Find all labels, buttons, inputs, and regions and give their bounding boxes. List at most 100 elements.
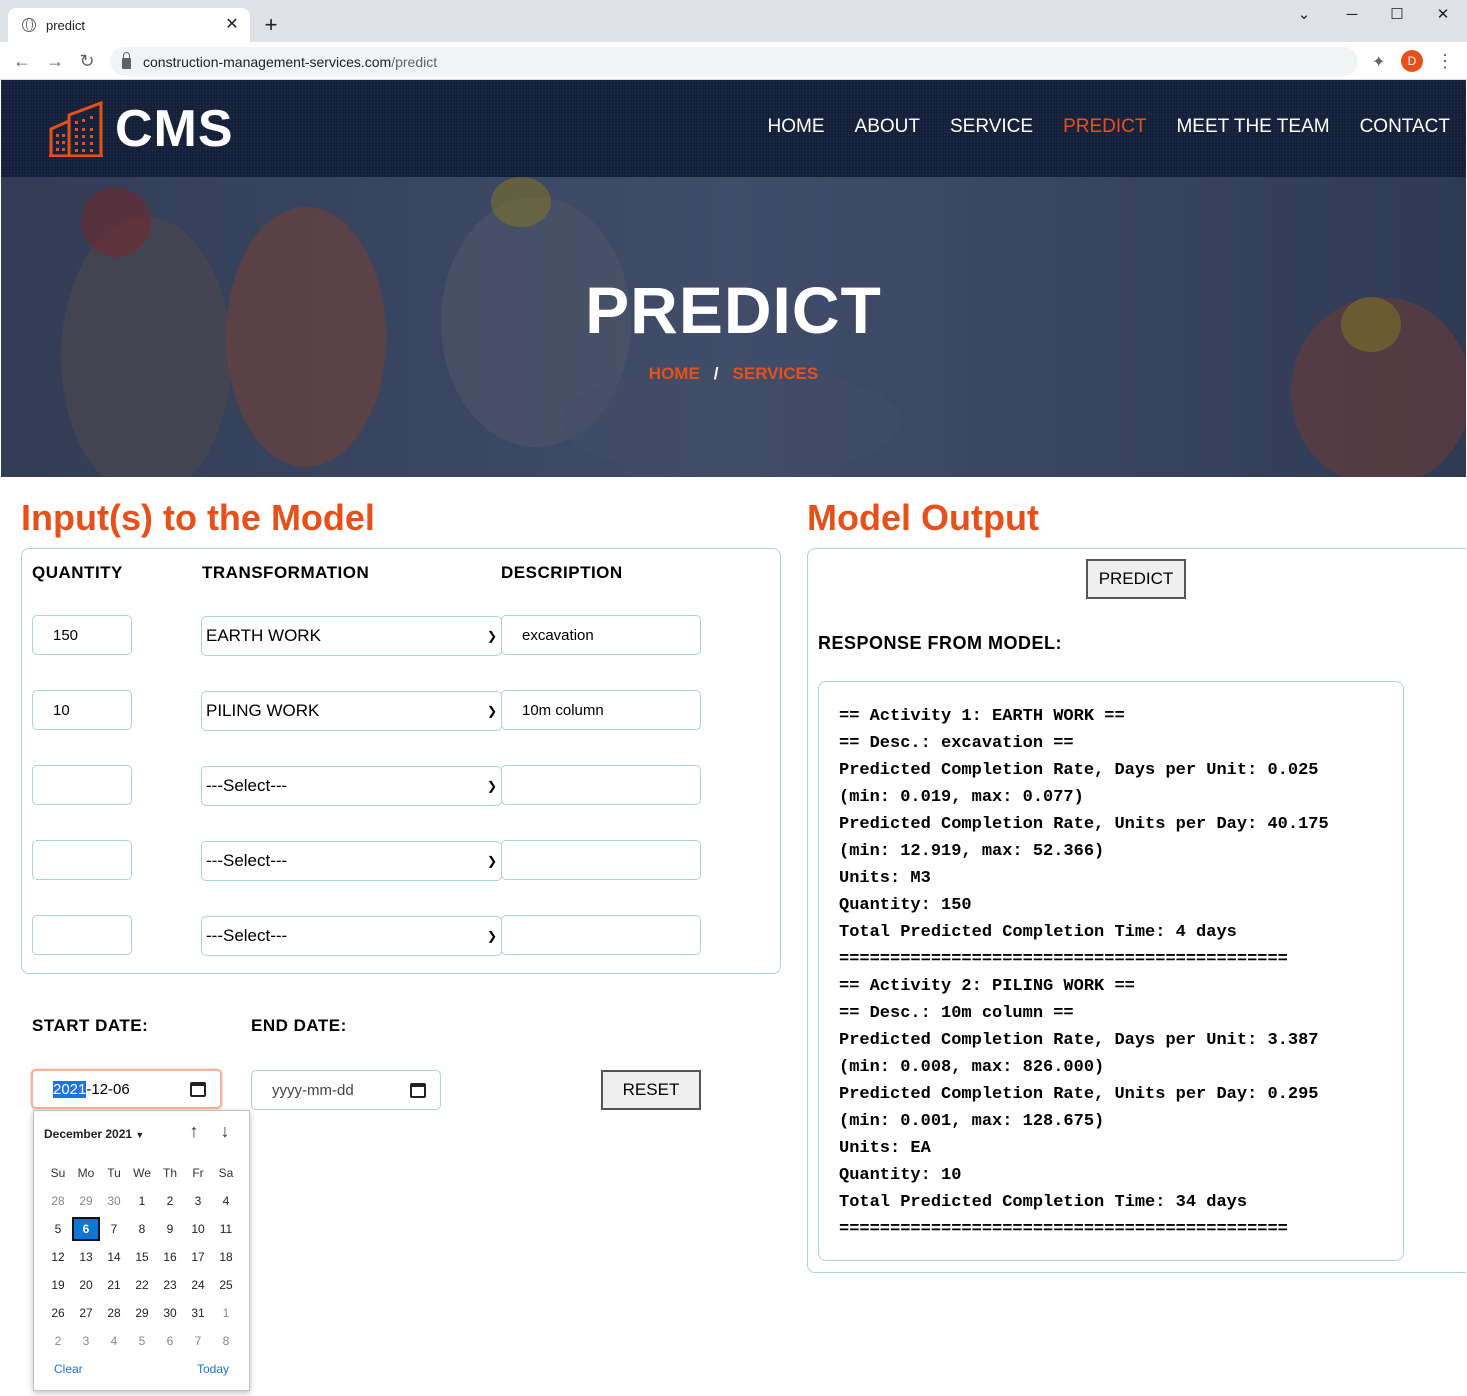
predict-button[interactable]: PREDICT — [1086, 559, 1186, 599]
quantity-input-2[interactable]: 10 — [32, 690, 132, 730]
nav-predict[interactable]: PREDICT — [1063, 116, 1146, 138]
weekday-label: Fr — [192, 1166, 204, 1180]
calendar-day[interactable]: 14 — [100, 1245, 128, 1269]
calendar-day[interactable]: 19 — [44, 1273, 72, 1297]
calendar-day[interactable]: 16 — [156, 1245, 184, 1269]
calendar-day[interactable]: 12 — [44, 1245, 72, 1269]
transformation-select-3[interactable]: ---Select--- ❯ — [201, 766, 502, 806]
calendar-day[interactable]: 28 — [44, 1189, 72, 1213]
browser-menu-icon[interactable]: ⋮ — [1436, 49, 1454, 73]
breadcrumb-separator: / — [713, 364, 719, 383]
nav-home[interactable]: HOME — [768, 116, 825, 138]
end-date-placeholder: yyyy-mm-dd — [272, 1081, 354, 1099]
end-date-input[interactable]: yyyy-mm-dd — [251, 1070, 441, 1110]
calendar-day[interactable]: 29 — [128, 1301, 156, 1325]
description-input-3[interactable] — [501, 765, 701, 805]
caret-down-icon: ▼ — [135, 1130, 145, 1140]
calendar-day[interactable]: 11 — [212, 1217, 240, 1241]
main-nav: HOME ABOUT SERVICE PREDICT MEET THE TEAM… — [738, 116, 1450, 138]
nav-contact[interactable]: CONTACT — [1360, 116, 1450, 138]
quantity-input-1[interactable]: 150 — [32, 615, 132, 655]
calendar-day[interactable]: 4 — [212, 1189, 240, 1213]
calendar-day[interactable]: 3 — [184, 1189, 212, 1213]
calendar-icon[interactable] — [190, 1081, 206, 1097]
nav-meet-the-team[interactable]: MEET THE TEAM — [1176, 116, 1329, 138]
quantity-input-5[interactable] — [32, 915, 132, 955]
minimize-icon[interactable]: ─ — [1341, 5, 1363, 25]
description-input-4[interactable] — [501, 840, 701, 880]
browser-tab[interactable]: predict ✕ — [8, 8, 250, 42]
close-tab-icon[interactable]: ✕ — [224, 17, 240, 33]
transformation-select-2[interactable]: PILING WORK ❯ — [201, 691, 502, 731]
nav-about[interactable]: ABOUT — [855, 116, 920, 138]
calendar-day[interactable]: 5 — [44, 1217, 72, 1241]
profile-avatar[interactable]: D — [1401, 50, 1423, 72]
transformation-select-4[interactable]: ---Select--- ❯ — [201, 841, 502, 881]
calendar-day[interactable]: 2 — [44, 1329, 72, 1353]
transformation-select-5[interactable]: ---Select--- ❯ — [201, 916, 502, 956]
calendar-icon[interactable] — [410, 1082, 426, 1098]
reload-icon[interactable]: ↻ — [75, 49, 99, 73]
month-year-selector[interactable]: December 2021 ▼ — [44, 1127, 144, 1141]
calendar-day[interactable]: 21 — [100, 1273, 128, 1297]
quantity-input-3[interactable] — [32, 765, 132, 805]
reset-button[interactable]: RESET — [601, 1070, 701, 1110]
calendar-day[interactable]: 5 — [128, 1329, 156, 1353]
calendar-day[interactable]: 23 — [156, 1273, 184, 1297]
calendar-day[interactable]: 1 — [128, 1189, 156, 1213]
calendar-day[interactable]: 22 — [128, 1273, 156, 1297]
maximize-icon[interactable]: ☐ — [1386, 5, 1408, 25]
calendar-day[interactable]: 28 — [100, 1301, 128, 1325]
breadcrumb-services[interactable]: SERVICES — [733, 364, 819, 383]
calendar-day[interactable]: 6 — [72, 1217, 100, 1241]
calendar-day[interactable]: 1 — [212, 1301, 240, 1325]
calendar-day[interactable]: 26 — [44, 1301, 72, 1325]
calendar-day[interactable]: 30 — [100, 1189, 128, 1213]
close-window-icon[interactable]: ✕ — [1432, 5, 1454, 25]
tab-search-icon[interactable]: ⌄ — [1293, 5, 1315, 25]
calendar-day[interactable]: 13 — [72, 1245, 100, 1269]
nav-service[interactable]: SERVICE — [950, 116, 1033, 138]
response-line: Predicted Completion Rate, Days per Unit… — [839, 1031, 1319, 1050]
breadcrumb-home[interactable]: HOME — [649, 364, 700, 383]
today-button[interactable]: Today — [197, 1362, 229, 1376]
extensions-icon[interactable]: ✦ — [1372, 52, 1385, 72]
calendar-day[interactable]: 9 — [156, 1217, 184, 1241]
address-bar[interactable]: construction-management-services.com/pre… — [110, 47, 1358, 76]
site-logo[interactable]: CMS — [49, 99, 234, 159]
arrow-down-icon[interactable]: ↓ — [215, 1121, 235, 1142]
calendar-day[interactable]: 7 — [184, 1329, 212, 1353]
date-picker-popup: December 2021 ▼ ↑ ↓ Su Mo Tu We Th Fr Sa 28 29 30… — [33, 1110, 250, 1391]
calendar-day[interactable]: 20 — [72, 1273, 100, 1297]
clear-date-button[interactable]: Clear — [54, 1362, 83, 1376]
calendar-day[interactable]: 15 — [128, 1245, 156, 1269]
calendar-day[interactable]: 25 — [212, 1273, 240, 1297]
description-input-5[interactable] — [501, 915, 701, 955]
calendar-day[interactable]: 6 — [156, 1329, 184, 1353]
calendar-day[interactable]: 24 — [184, 1273, 212, 1297]
calendar-day[interactable]: 8 — [212, 1329, 240, 1353]
calendar-day[interactable]: 17 — [184, 1245, 212, 1269]
calendar-day[interactable]: 8 — [128, 1217, 156, 1241]
back-icon[interactable]: ← — [10, 49, 34, 73]
calendar-day[interactable]: 18 — [212, 1245, 240, 1269]
description-input-2[interactable]: 10m column — [501, 690, 701, 730]
forward-icon[interactable]: → — [43, 49, 67, 73]
response-line: ========================================… — [839, 950, 1288, 969]
calendar-day[interactable]: 27 — [72, 1301, 100, 1325]
calendar-day[interactable]: 10 — [184, 1217, 212, 1241]
calendar-day[interactable]: 29 — [72, 1189, 100, 1213]
calendar-day[interactable]: 7 — [100, 1217, 128, 1241]
new-tab-icon[interactable]: + — [260, 12, 282, 38]
calendar-day[interactable]: 4 — [100, 1329, 128, 1353]
calendar-day[interactable]: 30 — [156, 1301, 184, 1325]
description-input-1[interactable]: excavation — [501, 615, 701, 655]
calendar-day[interactable]: 3 — [72, 1329, 100, 1353]
calendar-day[interactable]: 31 — [184, 1301, 212, 1325]
transformation-select-1[interactable]: EARTH WORK ❯ — [201, 616, 502, 656]
transformation-select-value: ---Select--- — [206, 926, 288, 945]
start-date-input[interactable]: 2021-12-06 — [31, 1069, 222, 1109]
quantity-input-4[interactable] — [32, 840, 132, 880]
arrow-up-icon[interactable]: ↑ — [184, 1121, 204, 1142]
calendar-day[interactable]: 2 — [156, 1189, 184, 1213]
